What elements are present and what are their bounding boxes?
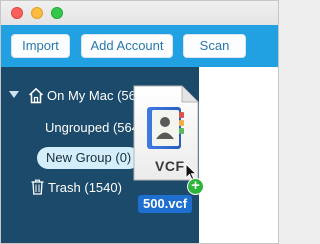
disclosure-triangle-icon[interactable]: [9, 91, 19, 98]
trash-icon: [31, 179, 44, 198]
zoom-window-button[interactable]: [51, 7, 63, 19]
dragged-file-name: 500.vcf: [138, 195, 193, 213]
minimize-window-button[interactable]: [31, 7, 43, 19]
app-window: Import Add Account Scan On My Mac (56 Un…: [0, 0, 279, 244]
scan-button[interactable]: Scan: [183, 34, 246, 58]
import-button[interactable]: Import: [11, 34, 70, 58]
sidebar-item-label: Trash (1540): [48, 180, 122, 195]
close-window-button[interactable]: [11, 7, 23, 19]
address-book-icon: [147, 107, 184, 149]
title-bar: [1, 1, 278, 25]
house-icon: [28, 87, 44, 107]
sidebar-item-label: On My Mac (56: [47, 88, 136, 103]
sidebar-item-new-group[interactable]: New Group (0): [37, 147, 141, 169]
vcf-document-label: VCF: [155, 158, 185, 174]
add-account-button[interactable]: Add Account: [81, 34, 173, 58]
add-badge-icon: +: [187, 178, 204, 195]
dragged-vcf-file[interactable]: VCF +: [132, 84, 204, 196]
sidebar-item-ungrouped[interactable]: Ungrouped (564: [45, 120, 139, 135]
content-area: [199, 67, 278, 243]
toolbar: Import Add Account Scan: [1, 25, 278, 67]
